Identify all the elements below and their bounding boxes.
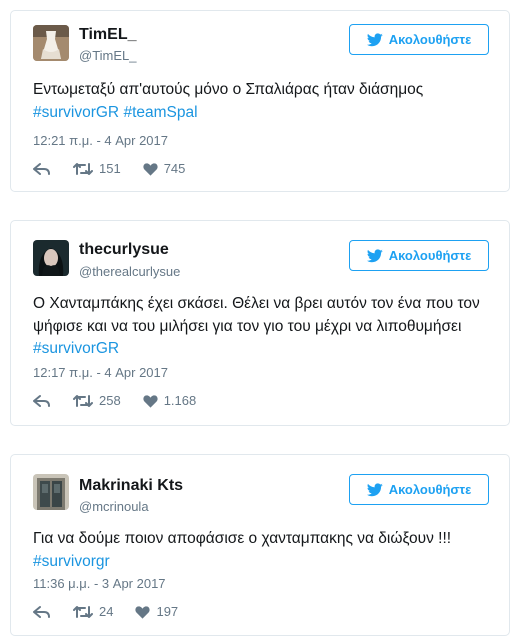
like-count: 1.168 <box>163 393 197 408</box>
retweet-count: 24 <box>99 604 114 619</box>
heart-icon <box>143 162 158 176</box>
portrait-avatar-icon <box>33 240 69 276</box>
twitter-bird-icon <box>366 482 383 496</box>
follow-button-label: Ακολουθήστε <box>388 482 472 497</box>
tweet-body: Ο Χανταμπάκης έχει σκάσει. Θέλει να βρει… <box>33 295 480 335</box>
retweet-button[interactable]: 258 <box>73 393 121 408</box>
reply-button[interactable] <box>33 605 51 619</box>
display-name[interactable]: Makrinaki Kts <box>79 477 183 495</box>
dress-avatar-icon <box>33 25 69 61</box>
hashtag-link[interactable]: #survivorGR <box>33 104 119 121</box>
display-name[interactable]: TimEL_ <box>79 26 137 44</box>
tweet-actions: 258 1.168 <box>33 393 218 408</box>
retweet-button[interactable]: 151 <box>73 161 121 176</box>
tweet-body: Εντωμεταξύ απ'αυτούς μόνο ο Σπαλιάρας ήτ… <box>33 81 424 98</box>
follow-button[interactable]: Ακολουθήστε <box>349 474 489 505</box>
reply-icon <box>33 394 50 407</box>
timestamp[interactable]: 12:21 π.μ. - 4 Apr 2017 <box>33 133 168 148</box>
user-handle[interactable]: @therealcurlysue <box>79 264 180 279</box>
reply-icon <box>33 605 50 618</box>
retweet-button[interactable]: 24 <box>73 604 113 619</box>
user-handle[interactable]: @mcrinoula <box>79 499 149 514</box>
tweet-card: TimEL_ @TimEL_ Ακολουθήστε Εντωμεταξύ απ… <box>10 10 510 192</box>
follow-button[interactable]: Ακολουθήστε <box>349 240 489 271</box>
user-handle[interactable]: @TimEL_ <box>79 48 137 63</box>
timestamp[interactable]: 12:17 π.μ. - 4 Apr 2017 <box>33 365 168 380</box>
door-avatar-icon <box>33 474 69 510</box>
tweet-body: Για να δούμε ποιον αποφάσισε ο χανταμπακ… <box>33 530 452 547</box>
hashtag-link[interactable]: #survivorgr <box>33 553 110 570</box>
avatar[interactable] <box>33 25 69 61</box>
follow-button-label: Ακολουθήστε <box>388 32 472 47</box>
like-count: 197 <box>156 604 179 619</box>
twitter-bird-icon <box>366 248 383 262</box>
follow-button[interactable]: Ακολουθήστε <box>349 24 489 55</box>
tweet-card: thecurlysue @therealcurlysue Ακολουθήστε… <box>10 220 510 426</box>
hashtag-link[interactable]: #teamSpal <box>123 104 197 121</box>
timestamp[interactable]: 11:36 μ.μ. - 3 Apr 2017 <box>33 576 166 591</box>
avatar[interactable] <box>33 474 69 510</box>
reply-button[interactable] <box>33 162 51 176</box>
retweet-icon <box>73 162 93 175</box>
retweet-icon <box>73 605 93 618</box>
like-button[interactable]: 1.168 <box>143 393 197 408</box>
follow-button-label: Ακολουθήστε <box>388 248 472 263</box>
tweet-actions: 151 745 <box>33 161 207 176</box>
twitter-bird-icon <box>366 32 383 46</box>
tweet-text: Ο Χανταμπάκης έχει σκάσει. Θέλει να βρει… <box>33 293 487 361</box>
reply-button[interactable] <box>33 394 51 408</box>
retweet-icon <box>73 394 93 407</box>
reply-icon <box>33 162 50 175</box>
like-count: 745 <box>163 161 186 176</box>
like-button[interactable]: 197 <box>135 604 178 619</box>
tweet-actions: 24 197 <box>33 604 200 619</box>
display-name[interactable]: thecurlysue <box>79 241 169 259</box>
retweet-count: 151 <box>99 161 121 176</box>
avatar[interactable] <box>33 240 69 276</box>
heart-icon <box>135 605 151 619</box>
heart-icon <box>143 394 158 408</box>
like-button[interactable]: 745 <box>143 161 186 176</box>
tweet-card: Makrinaki Kts @mcrinoula Ακολουθήστε Για… <box>10 454 510 636</box>
tweet-text: Για να δούμε ποιον αποφάσισε ο χανταμπακ… <box>33 528 487 573</box>
retweet-count: 258 <box>99 393 121 408</box>
tweet-text: Εντωμεταξύ απ'αυτούς μόνο ο Σπαλιάρας ήτ… <box>33 79 487 124</box>
hashtag-link[interactable]: #survivorGR <box>33 340 119 357</box>
